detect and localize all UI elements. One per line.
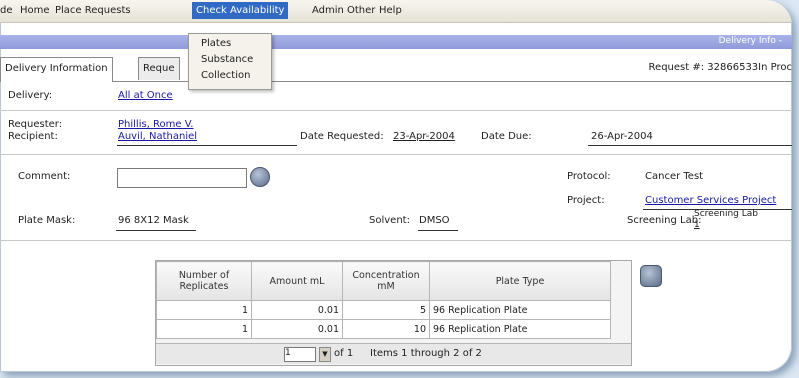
cell-plate-type: 96 Replication Plate [429,319,611,339]
menu-item-home[interactable]: Home [20,5,50,16]
screening-lab-value: Screening Lab [694,209,758,219]
items-count-text: Items 1 through 2 of 2 [370,348,482,359]
solvent-label: Solvent: [369,215,410,226]
divider [0,154,792,155]
date-requested-label: Date Requested: [300,131,384,142]
export-icon[interactable] [640,265,662,287]
cell-amount: 0.01 [251,300,343,320]
tab-request[interactable]: Reque [138,57,180,80]
recipient-link[interactable]: Auvil, Nathaniel [118,131,197,142]
plate-mask-label: Plate Mask: [18,215,76,226]
menu-item-admin[interactable]: Admin [312,5,344,16]
delivery-link[interactable]: All at Once [118,90,173,101]
comment-input[interactable] [117,168,247,188]
menu-item-file[interactable]: de [0,5,13,16]
dropdown-item-plates[interactable]: Plates [201,38,231,49]
col-header-plate-type[interactable]: Plate Type [429,261,611,301]
date-due-value: 26-Apr-2004 [591,131,653,142]
requester-label: Requester: [8,119,63,130]
menu-item-other[interactable]: Other [347,5,375,16]
cell-amount: 0.01 [251,319,343,339]
divider [0,240,792,241]
col-header-replicates[interactable]: Number of Replicates [156,261,252,301]
date-due-label: Date Due: [481,131,532,142]
plate-mask-underline [116,230,196,231]
cell-concentration: 10 [342,319,430,339]
tab-delivery-information[interactable]: Delivery Information [0,57,113,82]
table-row[interactable]: 1 0.01 10 96 Replication Plate [156,319,611,339]
screening-lab-value-line2: 1 [694,220,700,230]
table-row[interactable]: 1 0.01 5 96 Replication Plate [156,300,611,320]
solvent-value: DMSO [419,215,450,226]
section-titlebar: Delivery Info - [0,35,792,49]
app-window: de Home Place Requests Check Availabilit… [0,0,792,372]
date-due-underline [588,145,792,146]
project-label: Project: [567,195,605,206]
menu-item-place-requests[interactable]: Place Requests [55,5,131,16]
solvent-underline [418,230,458,231]
menu-bar: de Home Place Requests Check Availabilit… [0,0,792,23]
col-header-concentration[interactable]: Concentration mM [342,261,430,301]
recipient-label: Recipient: [8,131,58,142]
protocol-value: Cancer Test [645,171,704,182]
requester-link[interactable]: Phillis, Rome V. [118,119,193,130]
page-number-input[interactable]: 1 [284,347,316,362]
cell-concentration: 5 [342,300,430,320]
titlebar-text: Delivery Info - [718,36,782,46]
divider [0,110,792,111]
request-number: Request #: 32866533In Proc [648,62,792,73]
protocol-label: Protocol: [567,171,611,182]
cell-replicates: 1 [156,319,252,339]
dropdown-item-collection[interactable]: Collection [201,70,250,81]
plates-grid: Number of Replicates Amount mL Concentra… [155,260,632,366]
menu-item-check-availability[interactable]: Check Availability [192,2,289,19]
page-of-text: of 1 [334,348,354,359]
plates-table: Number of Replicates Amount mL Concentra… [156,261,611,339]
date-requested-value: 23-Apr-2004 [393,131,455,142]
plate-mask-value: 96 8X12 Mask [118,215,189,226]
edit-comment-icon[interactable] [250,167,270,187]
project-link[interactable]: Customer Services Project [645,195,776,206]
cell-plate-type: 96 Replication Plate [429,300,611,320]
col-header-amount[interactable]: Amount mL [251,261,343,301]
grid-pager: 1 ▼ of 1 Items 1 through 2 of 2 [156,343,631,364]
cell-replicates: 1 [156,300,252,320]
comment-label: Comment: [18,171,71,182]
dropdown-item-substance[interactable]: Substance [201,54,253,65]
recipient-underline [117,145,297,146]
delivery-label: Delivery: [8,90,53,101]
menu-item-help[interactable]: Help [379,5,402,16]
page-dropdown-arrow-icon[interactable]: ▼ [319,347,331,362]
check-availability-dropdown: Plates Substance Collection [188,33,272,90]
screening-lab-label: Screening Lab: [627,215,702,226]
